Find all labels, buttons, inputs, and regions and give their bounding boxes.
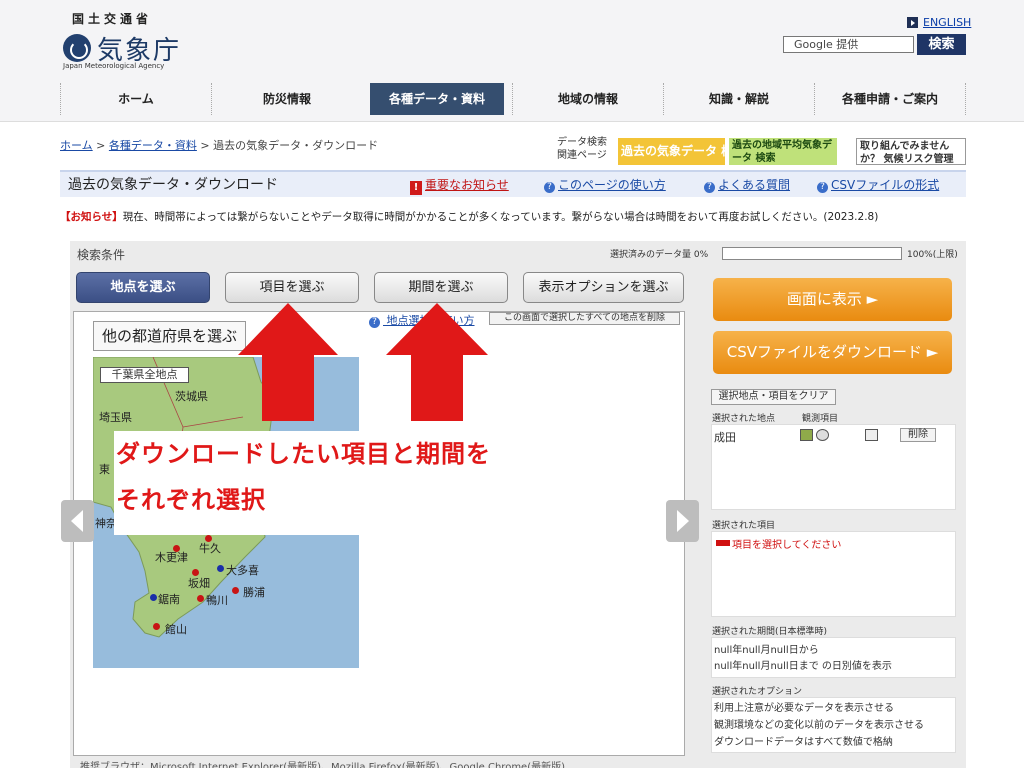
station-dot[interactable] [217, 565, 224, 572]
selected-option-label: 選択されたオプション [712, 687, 803, 697]
nav-home[interactable]: ホーム [60, 83, 211, 115]
progress-max: 100%(上限) [907, 250, 958, 260]
recommended-browsers: 推奨ブラウザ：Microsoft Internet Explorer(最新版)、… [80, 762, 566, 768]
english-link[interactable]: ENGLISH [923, 16, 971, 29]
left-arrow-icon [716, 540, 730, 546]
overlay-line2: それぞれ選択 [116, 486, 266, 514]
other-prefecture-button[interactable]: 他の都道府県を選ぶ [93, 321, 246, 351]
station-dot[interactable] [150, 594, 157, 601]
ministry-name: 国土交通省 [72, 12, 153, 26]
map-label-tokyo: 東 [99, 463, 110, 476]
csv-download-button[interactable]: CSVファイルをダウンロード ► [713, 331, 952, 374]
question-icon: ? [704, 182, 715, 193]
page-title: 過去の気象データ・ダウンロード [68, 177, 278, 193]
remove-all-stations-button[interactable]: この画面で選択したすべての地点を削除 [489, 312, 680, 325]
search-input[interactable]: Google 提供 [783, 36, 914, 53]
option-list: 利用上注意が必要なデータを表示させる 観測環境などの変化以前のデータを表示させる… [714, 700, 924, 751]
question-icon: ? [544, 182, 555, 193]
breadcrumb: ホーム > 各種データ・資料 > 過去の気象データ・ダウンロード [60, 139, 379, 152]
play-arrow-icon [907, 17, 918, 28]
chevron-right-icon [677, 510, 689, 532]
next-arrow-button[interactable] [666, 500, 699, 542]
banner-regional-avg[interactable]: 過去の地域平均気象データ 検索 [729, 138, 837, 165]
banner-climate-risk[interactable]: 取り組んでみませんか？ 気候リスク管理 [856, 138, 966, 165]
nav-data[interactable]: 各種データ・資料 [370, 83, 504, 115]
station-label[interactable]: 鴨川 [206, 592, 228, 608]
map-label-ibaraki: 茨城県 [175, 390, 208, 403]
station-dot[interactable] [197, 595, 204, 602]
option-item: 観測環境などの変化以前のデータを表示させる [714, 720, 924, 731]
overlay-line1: ダウンロードしたい項目と期間を [116, 440, 491, 468]
nav-disaster[interactable]: 防災情報 [211, 83, 362, 115]
progress-bar [722, 247, 902, 260]
tab-options[interactable]: 表示オプションを選ぶ [523, 272, 684, 303]
usage-link[interactable]: ? このページの使い方 [544, 176, 666, 193]
breadcrumb-data[interactable]: 各種データ・資料 [109, 139, 197, 152]
station-label[interactable]: 勝浦 [243, 584, 265, 600]
period-from: null年null月null日から [714, 645, 819, 656]
obs-icon [816, 429, 829, 441]
station-name: 成田 [714, 431, 736, 444]
show-on-screen-button[interactable]: 画面に表示 ► [713, 278, 952, 321]
csv-format-link[interactable]: ? CSVファイルの形式 [817, 176, 939, 193]
tab-period[interactable]: 期間を選ぶ [374, 272, 508, 303]
instruction-overlay: ダウンロードしたい項目と期間を それぞれ選択 [114, 431, 665, 535]
obs-icon [865, 429, 878, 441]
tab-station[interactable]: 地点を選ぶ [76, 272, 210, 303]
obs-item-label: 観測項目 [802, 414, 839, 424]
nav-application[interactable]: 各種申請・ご案内 [814, 83, 966, 115]
question-icon: ? [817, 182, 828, 193]
question-icon: ? [369, 317, 380, 328]
item-prompt: 項目を選択してください [716, 536, 841, 551]
station-label[interactable]: 牛久 [199, 540, 221, 556]
up-arrow-icon [238, 303, 338, 421]
nav-region[interactable]: 地域の情報 [512, 83, 663, 115]
station-label[interactable]: 木更津 [155, 549, 188, 565]
progress-label: 選択済みのデータ量 0% [610, 250, 709, 260]
chiba-all-stations-button[interactable]: 千葉県全地点 [100, 367, 189, 383]
station-dot[interactable] [153, 623, 160, 630]
clear-selection-button[interactable]: 選択地点・項目をクリア [711, 389, 836, 405]
breadcrumb-home[interactable]: ホーム [60, 139, 93, 152]
breadcrumb-current: 過去の気象データ・ダウンロード [213, 139, 379, 152]
option-item: 利用上注意が必要なデータを表示させる [714, 703, 894, 714]
map-label-saitama: 埼玉県 [99, 411, 132, 424]
tab-item[interactable]: 項目を選ぶ [225, 272, 359, 303]
selected-period-label: 選択された期間(日本標準時) [712, 627, 828, 637]
search-button[interactable]: 検索 [917, 34, 966, 55]
station-label[interactable]: 館山 [165, 621, 187, 637]
related-label: データ検索 関連ページ [557, 137, 607, 161]
up-arrow-icon [386, 303, 488, 421]
selected-station-label: 選択された地点 [712, 414, 776, 424]
exclamation-icon: ! [410, 181, 422, 195]
nav-knowledge[interactable]: 知識・解説 [663, 83, 814, 115]
obs-icon [800, 429, 813, 441]
delete-station-button[interactable]: 削除 [900, 428, 936, 442]
prev-arrow-button[interactable] [61, 500, 94, 542]
chevron-left-icon [71, 510, 83, 532]
faq-link[interactable]: ? よくある質問 [704, 176, 790, 193]
station-dot[interactable] [232, 587, 239, 594]
agency-name-en: Japan Meteorological Agency [63, 62, 165, 70]
period-to: null年null月null日まで の日別値を表示 [714, 661, 892, 672]
option-item: ダウンロードデータはすべて数値で格納 [714, 737, 893, 748]
banner-past-data[interactable]: 過去の気象データ 検索 [618, 138, 725, 165]
station-label[interactable]: 坂畑 [188, 575, 210, 591]
notice: 【お知らせ】現在、時間帯によっては繋がらないことやデータ取得に時間がかかることが… [60, 211, 879, 223]
search-title: 検索条件 [77, 248, 126, 262]
selected-item-label: 選択された項目 [712, 521, 776, 531]
station-label[interactable]: 大多喜 [226, 562, 259, 578]
important-notice-link[interactable]: ! 重要なお知らせ [410, 176, 509, 195]
jma-logo-icon[interactable] [63, 34, 91, 62]
station-label[interactable]: 鋸南 [158, 591, 180, 607]
